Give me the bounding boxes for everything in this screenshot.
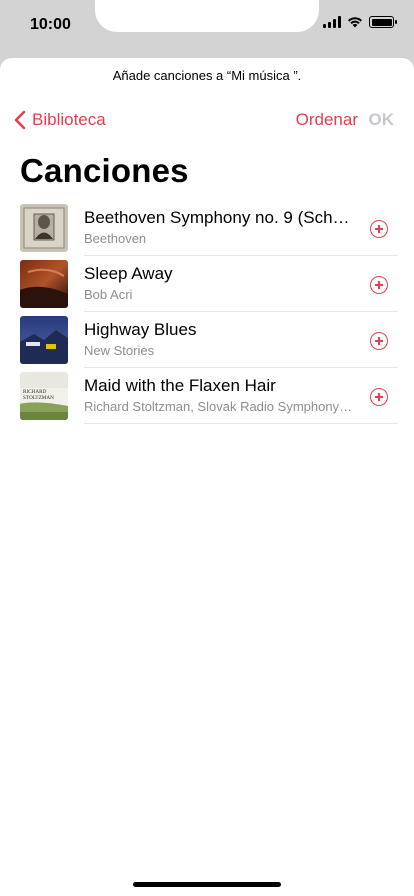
song-title: Sleep Away <box>84 264 173 283</box>
song-row[interactable]: RICHARD STOLTZMAN Maid with the Flaxen H… <box>0 368 414 424</box>
album-art <box>20 204 68 252</box>
sheet-prompt: Añade canciones a “Mi música ”. <box>112 68 302 83</box>
status-time: 10:00 <box>30 16 71 33</box>
song-row[interactable]: Beethoven Symphony no. 9 (Scherzo) Beeth… <box>0 200 414 256</box>
sort-button[interactable]: Ordenar <box>296 110 358 130</box>
add-song-icon[interactable] <box>370 388 388 406</box>
add-song-icon[interactable] <box>370 332 388 350</box>
status-bar: 10:00 <box>0 0 414 48</box>
song-row[interactable]: Highway Blues New Stories <box>0 312 414 368</box>
album-art: RICHARD STOLTZMAN <box>20 372 68 420</box>
wifi-icon <box>348 17 362 28</box>
svg-text:STOLTZMAN: STOLTZMAN <box>23 395 54 401</box>
cellular-signal-icon <box>323 16 341 28</box>
navigation-bar: Biblioteca Ordenar OK <box>0 110 414 134</box>
song-artist: New Stories <box>84 343 155 358</box>
song-title: Highway Blues <box>84 320 197 339</box>
battery-icon <box>369 16 397 28</box>
song-title: Beethoven Symphony no. 9 (Scherzo) <box>84 208 354 227</box>
album-art <box>20 260 68 308</box>
song-title: Maid with the Flaxen Hair <box>84 376 276 395</box>
song-artist: Beethoven <box>84 231 147 246</box>
song-artist: Bob Acri <box>84 287 133 302</box>
chevron-left-icon <box>14 110 26 130</box>
phone-screen: 10:00 Añade canciones a “Mi música ”. Bi… <box>0 0 414 896</box>
song-row[interactable]: Sleep Away Bob Acri <box>0 256 414 312</box>
ok-button[interactable]: OK <box>369 110 395 130</box>
row-divider <box>84 423 398 424</box>
song-artist: Richard Stoltzman, Slovak Radio Symphony… <box>84 399 354 414</box>
back-button[interactable]: Biblioteca <box>14 110 106 130</box>
status-icons <box>323 16 397 28</box>
back-button-label: Biblioteca <box>32 110 106 129</box>
add-song-icon[interactable] <box>370 276 388 294</box>
add-songs-sheet: Añade canciones a “Mi música ”. Bibliote… <box>0 58 414 896</box>
page-title: Canciones <box>20 152 189 189</box>
notch <box>95 0 319 32</box>
song-list: Beethoven Symphony no. 9 (Scherzo) Beeth… <box>0 200 414 424</box>
album-art <box>20 316 68 364</box>
home-indicator[interactable] <box>133 882 281 887</box>
add-song-icon[interactable] <box>370 220 388 238</box>
